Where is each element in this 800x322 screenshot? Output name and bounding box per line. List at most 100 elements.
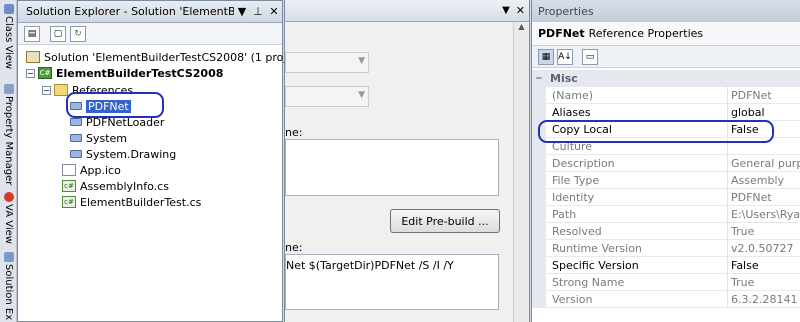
refresh-icon[interactable]: ↻ [70,25,86,42]
reference-icon [70,134,82,142]
csharp-file-icon: c# [62,180,76,192]
properties-toolbar: ▦ A↓ ▭ [532,46,800,68]
property-value: PDFNet [731,88,772,102]
property-value: global [731,105,765,119]
close-icon[interactable]: ✕ [266,5,282,18]
tree-item-label: ElementBuilderTest.cs [80,195,202,209]
category-header[interactable]: − Misc [532,70,800,87]
annotation-circle [538,120,774,143]
property-row[interactable]: Version 6.3.2.28141 [532,290,800,308]
tree-item-file[interactable]: App.ico [62,162,121,178]
tree-item-reference[interactable]: System [70,130,127,146]
property-name: File Type [546,171,728,189]
show-all-files-icon[interactable]: ▢ [50,25,66,42]
postbuild-command-text: Net $(TargetDir)PDFNet /S /I /Y [286,259,454,272]
solution-icon [26,51,40,63]
properties-titlebar: Properties [532,0,800,22]
property-row[interactable]: Strong Name True [532,273,800,291]
class-view-icon [3,4,14,14]
property-value: Assembly [731,173,785,187]
property-value: General purpos [731,156,800,170]
vertical-scrollbar[interactable]: ▲ [513,22,529,322]
property-value: v2.0.50727 [731,241,794,255]
tree-item-reference[interactable]: System.Drawing [70,146,176,162]
dock-tab-label: VA View [3,204,14,244]
property-name: Resolved [546,222,728,240]
prebuild-label: ne: [285,126,303,139]
property-name: Description [546,154,728,172]
properties-panel: Properties PDFNet Reference Properties ▦… [531,0,800,322]
chevron-down-icon[interactable]: ▼ [502,5,510,16]
tree-item-file[interactable]: c# AssemblyInfo.cs [62,178,169,194]
prebuild-command-textbox[interactable] [285,139,499,196]
solution-explorer-titlebar: Solution Explorer - Solution 'ElementBui… [18,1,282,23]
collapse-icon[interactable]: − [42,85,51,95]
dock-tab-solution-explorer[interactable]: Solution Ex [0,250,17,320]
solution-explorer-icon [3,252,14,262]
property-row[interactable]: DescriptionGeneral purpos [532,154,800,172]
tree-item-label: App.ico [80,163,121,177]
dock-tab-label: Class View [3,16,14,70]
property-row[interactable]: Identity PDFNet [532,188,800,206]
collapse-icon[interactable]: − [26,68,35,78]
dropdown-icon[interactable]: ▼ [234,5,250,18]
tree-item-label: AssemblyInfo.cs [80,179,169,193]
postbuild-label: ne: [285,241,303,254]
icon-file-icon [62,164,76,176]
reference-icon [70,118,82,126]
build-events-page: ▼ ✕ ▼ ▼ ne: Edit Pre-build ... ne: Net $… [284,0,530,322]
property-row[interactable]: Runtime Version v2.0.50727 [532,239,800,257]
properties-icon[interactable]: ▤ [24,25,40,42]
tree-item-file[interactable]: c# ElementBuilderTest.cs [62,194,201,210]
tree-item-label: System [86,131,128,145]
property-name: Version [546,290,728,308]
close-icon[interactable]: ✕ [516,4,525,17]
alphabetical-icon[interactable]: A↓ [557,48,573,65]
dock-tab-property-manager[interactable]: Property Manager [0,82,17,185]
platform-combo[interactable]: ▼ [285,86,369,107]
property-manager-icon [3,84,14,94]
property-value: E:\Users\Ryan\ [731,207,800,221]
property-value: True [731,224,755,238]
property-row[interactable]: Aliases global [532,103,800,121]
property-row[interactable]: File Type Assembly [532,171,800,189]
property-name: Aliases [546,103,728,121]
property-name: (Name) [546,86,728,104]
reference-icon [70,150,82,158]
property-value: False [731,258,759,272]
csharp-file-icon: c# [62,196,76,208]
va-view-icon [3,192,14,202]
collapse-icon[interactable]: − [532,74,546,84]
dock-tab-label: Property Manager [3,96,14,186]
postbuild-command-textbox[interactable]: Net $(TargetDir)PDFNet /S /I /Y [285,254,499,310]
dock-tab-va-view[interactable]: VA View [0,190,17,244]
tree-item-label: System.Drawing [86,147,177,161]
property-pages-icon[interactable]: ▭ [582,48,598,65]
auto-hide-dock: Class View Property Manager VA View Solu… [0,0,17,322]
object-name: PDFNet [538,27,585,40]
tree-item-solution[interactable]: Solution 'ElementBuilderTestCS2008' (1 p… [26,49,308,65]
property-value: True [731,275,755,289]
object-selector[interactable]: PDFNet Reference Properties [532,22,800,46]
chevron-down-icon: ▼ [358,90,365,100]
tree-item-project[interactable]: − C# ElementBuilderTestCS2008 [26,65,223,81]
chevron-down-icon: ▼ [358,56,365,66]
property-row[interactable]: Specific Version False [532,256,800,274]
property-name: Specific Version [546,256,728,274]
configuration-combo[interactable]: ▼ [285,52,369,73]
edit-prebuild-button[interactable]: Edit Pre-build ... [390,209,500,233]
dock-tab-class-view[interactable]: Class View [0,2,17,69]
panel-title: Solution Explorer - Solution 'ElementBui… [26,5,234,18]
property-row[interactable]: Resolved True [532,222,800,240]
solution-explorer-toolbar: ▤ ▢ ↻ [18,23,282,45]
property-name: Identity [546,188,728,206]
solution-explorer-panel: Solution Explorer - Solution 'ElementBui… [17,0,308,322]
categorized-icon[interactable]: ▦ [538,48,554,65]
dock-tab-label: Solution Ex [3,264,14,321]
property-row[interactable]: PathE:\Users\Ryan\ [532,205,800,223]
scroll-up-icon[interactable]: ▲ [514,22,529,31]
property-value: 6.3.2.28141 [731,292,798,306]
pin-icon[interactable]: ⊥ [250,5,266,18]
tree-item-label: Solution 'ElementBuilderTestCS2008' (1 p… [44,50,308,64]
property-row[interactable]: (Name) PDFNet [532,86,800,104]
